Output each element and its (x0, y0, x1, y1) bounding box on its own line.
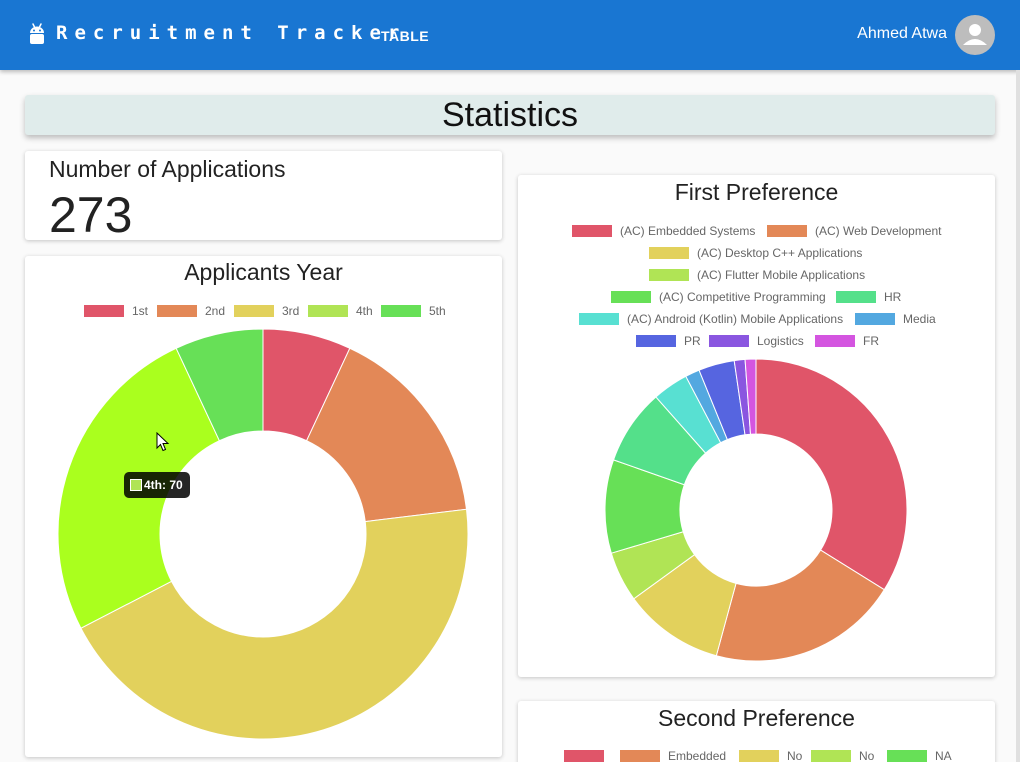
applicants-year-doughnut-chart[interactable] (25, 256, 502, 757)
user-name[interactable]: Ahmed Atwa (857, 25, 947, 43)
legend-item-blank[interactable] (564, 749, 612, 762)
tooltip-text: 4th: 70 (144, 478, 183, 492)
legend-item-no-2[interactable]: No (811, 749, 874, 762)
app-brand[interactable]: Recruitment Tracker (56, 22, 406, 44)
applications-count-value: 273 (49, 187, 133, 243)
first-preference-doughnut-chart[interactable] (518, 175, 995, 677)
applications-count-card: Number of Applications 273 (25, 151, 502, 243)
android-icon[interactable] (28, 23, 46, 47)
legend-label: No (787, 749, 803, 762)
page-title-banner: Statistics (25, 95, 995, 135)
first-preference-card: First Preference (AC) Embedded Systems (… (518, 175, 995, 677)
legend-swatch (739, 750, 779, 762)
legend-item-na[interactable]: NA (887, 749, 952, 762)
nav-table-link[interactable]: TABLE (381, 28, 429, 44)
doughnut-slice[interactable] (755, 358, 908, 591)
legend-item-embedded[interactable]: Embedded (620, 749, 726, 762)
mouse-cursor-icon (156, 432, 170, 452)
legend-swatch (887, 750, 927, 762)
applications-count-label: Number of Applications (49, 156, 286, 182)
legend-label: No (859, 749, 875, 762)
applicants-year-card: Applicants Year 1st 2nd 3rd 4th 5th (25, 256, 502, 757)
legend-label: Embedded (668, 749, 727, 762)
tooltip-swatch (130, 479, 142, 491)
account-icon[interactable] (955, 15, 995, 55)
legend-swatch (620, 750, 660, 762)
chart-title: Second Preference (658, 705, 855, 731)
legend-swatch (564, 750, 604, 762)
page-scrollbar[interactable] (1016, 70, 1020, 762)
legend-swatch (811, 750, 851, 762)
chart-tooltip: 4th: 70 (124, 472, 190, 498)
legend-label: NA (935, 749, 952, 762)
app-bar: Recruitment Tracker TABLE Ahmed Atwa (0, 0, 1020, 70)
legend-item-no-1[interactable]: No (739, 749, 802, 762)
second-preference-card: Second Preference Embedded No No NA (518, 701, 995, 762)
page-title: Statistics (441, 96, 579, 134)
